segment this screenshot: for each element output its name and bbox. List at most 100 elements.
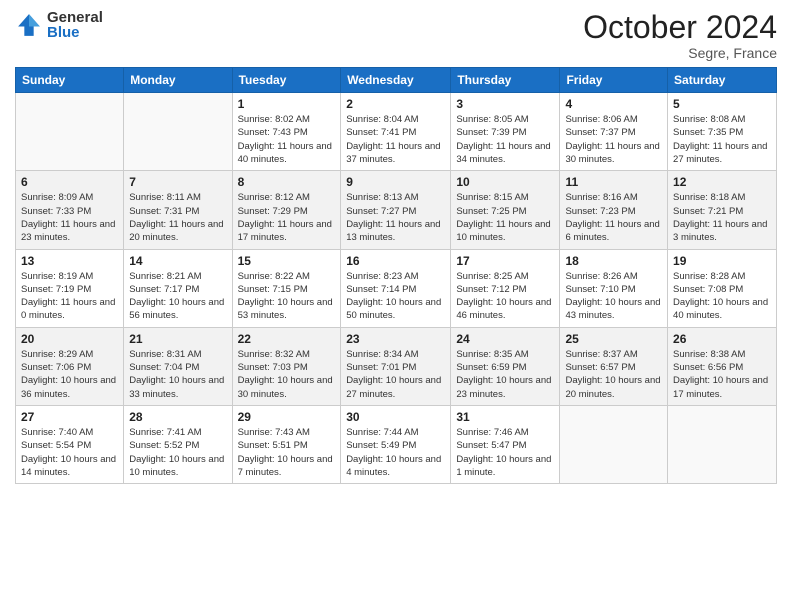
- day-info: Sunrise: 8:11 AM Sunset: 7:31 PM Dayligh…: [129, 191, 226, 244]
- logo-blue: Blue: [47, 25, 103, 40]
- day-info: Sunrise: 8:32 AM Sunset: 7:03 PM Dayligh…: [238, 348, 336, 401]
- calendar-cell: 24 Sunrise: 8:35 AM Sunset: 6:59 PM Dayli…: [451, 327, 560, 405]
- day-info: Sunrise: 8:06 AM Sunset: 7:37 PM Dayligh…: [565, 113, 662, 166]
- calendar-cell: 11 Sunrise: 8:16 AM Sunset: 7:23 PM Dayli…: [560, 171, 668, 249]
- weekday-monday: Monday: [124, 68, 232, 93]
- day-number: 27: [21, 410, 118, 424]
- day-info: Sunrise: 8:38 AM Sunset: 6:56 PM Dayligh…: [673, 348, 771, 401]
- calendar-cell: [16, 93, 124, 171]
- day-number: 8: [238, 175, 336, 189]
- calendar-cell: 30 Sunrise: 7:44 AM Sunset: 5:49 PM Dayli…: [341, 405, 451, 483]
- day-number: 30: [346, 410, 445, 424]
- day-info: Sunrise: 8:05 AM Sunset: 7:39 PM Dayligh…: [456, 113, 554, 166]
- day-number: 19: [673, 254, 771, 268]
- day-number: 25: [565, 332, 662, 346]
- day-number: 20: [21, 332, 118, 346]
- day-number: 14: [129, 254, 226, 268]
- day-number: 23: [346, 332, 445, 346]
- calendar-cell: 9 Sunrise: 8:13 AM Sunset: 7:27 PM Daylig…: [341, 171, 451, 249]
- calendar-cell: 18 Sunrise: 8:26 AM Sunset: 7:10 PM Dayli…: [560, 249, 668, 327]
- header: General Blue October 2024 Segre, France: [15, 10, 777, 61]
- title-block: October 2024 Segre, France: [583, 10, 777, 61]
- day-info: Sunrise: 8:26 AM Sunset: 7:10 PM Dayligh…: [565, 270, 662, 323]
- day-info: Sunrise: 8:21 AM Sunset: 7:17 PM Dayligh…: [129, 270, 226, 323]
- day-number: 18: [565, 254, 662, 268]
- logo-text: General Blue: [47, 10, 103, 40]
- logo-icon: [15, 11, 43, 39]
- day-number: 21: [129, 332, 226, 346]
- day-number: 17: [456, 254, 554, 268]
- week-row-2: 6 Sunrise: 8:09 AM Sunset: 7:33 PM Daylig…: [16, 171, 777, 249]
- day-info: Sunrise: 7:43 AM Sunset: 5:51 PM Dayligh…: [238, 426, 336, 479]
- day-info: Sunrise: 8:04 AM Sunset: 7:41 PM Dayligh…: [346, 113, 445, 166]
- calendar-cell: 23 Sunrise: 8:34 AM Sunset: 7:01 PM Dayli…: [341, 327, 451, 405]
- calendar-cell: 5Sunrise: 8:08 AM Sunset: 7:35 PM Daylig…: [668, 93, 777, 171]
- day-info: Sunrise: 7:40 AM Sunset: 5:54 PM Dayligh…: [21, 426, 118, 479]
- calendar-cell: 20Sunrise: 8:29 AM Sunset: 7:06 PM Dayli…: [16, 327, 124, 405]
- calendar-cell: 22Sunrise: 8:32 AM Sunset: 7:03 PM Dayli…: [232, 327, 341, 405]
- day-info: Sunrise: 8:34 AM Sunset: 7:01 PM Dayligh…: [346, 348, 445, 401]
- logo: General Blue: [15, 10, 103, 40]
- calendar-table: SundayMondayTuesdayWednesdayThursdayFrid…: [15, 67, 777, 484]
- day-number: 24: [456, 332, 554, 346]
- calendar-cell: 4 Sunrise: 8:06 AM Sunset: 7:37 PM Daylig…: [560, 93, 668, 171]
- day-number: 9: [346, 175, 445, 189]
- calendar-cell: 2Sunrise: 8:04 AM Sunset: 7:41 PM Daylig…: [341, 93, 451, 171]
- calendar-cell: 25 Sunrise: 8:37 AM Sunset: 6:57 PM Dayli…: [560, 327, 668, 405]
- weekday-thursday: Thursday: [451, 68, 560, 93]
- day-number: 7: [129, 175, 226, 189]
- week-row-4: 20Sunrise: 8:29 AM Sunset: 7:06 PM Dayli…: [16, 327, 777, 405]
- day-info: Sunrise: 8:35 AM Sunset: 6:59 PM Dayligh…: [456, 348, 554, 401]
- calendar-cell: 1 Sunrise: 8:02 AM Sunset: 7:43 PM Daylig…: [232, 93, 341, 171]
- day-info: Sunrise: 8:02 AM Sunset: 7:43 PM Dayligh…: [238, 113, 336, 166]
- weekday-wednesday: Wednesday: [341, 68, 451, 93]
- day-info: Sunrise: 8:19 AM Sunset: 7:19 PM Dayligh…: [21, 270, 118, 323]
- calendar-cell: 29 Sunrise: 7:43 AM Sunset: 5:51 PM Dayli…: [232, 405, 341, 483]
- logo-general: General: [47, 10, 103, 25]
- day-number: 29: [238, 410, 336, 424]
- calendar-cell: [668, 405, 777, 483]
- day-info: Sunrise: 8:13 AM Sunset: 7:27 PM Dayligh…: [346, 191, 445, 244]
- day-info: Sunrise: 8:08 AM Sunset: 7:35 PM Dayligh…: [673, 113, 771, 166]
- calendar-cell: [124, 93, 232, 171]
- weekday-tuesday: Tuesday: [232, 68, 341, 93]
- calendar-cell: 7 Sunrise: 8:11 AM Sunset: 7:31 PM Daylig…: [124, 171, 232, 249]
- day-number: 11: [565, 175, 662, 189]
- calendar-cell: 16Sunrise: 8:23 AM Sunset: 7:14 PM Dayli…: [341, 249, 451, 327]
- week-row-3: 13 Sunrise: 8:19 AM Sunset: 7:19 PM Dayli…: [16, 249, 777, 327]
- calendar-cell: 6 Sunrise: 8:09 AM Sunset: 7:33 PM Daylig…: [16, 171, 124, 249]
- weekday-friday: Friday: [560, 68, 668, 93]
- calendar-cell: 19Sunrise: 8:28 AM Sunset: 7:08 PM Dayli…: [668, 249, 777, 327]
- day-info: Sunrise: 8:12 AM Sunset: 7:29 PM Dayligh…: [238, 191, 336, 244]
- calendar-cell: 21 Sunrise: 8:31 AM Sunset: 7:04 PM Dayli…: [124, 327, 232, 405]
- day-info: Sunrise: 8:25 AM Sunset: 7:12 PM Dayligh…: [456, 270, 554, 323]
- day-info: Sunrise: 8:23 AM Sunset: 7:14 PM Dayligh…: [346, 270, 445, 323]
- calendar-cell: 26Sunrise: 8:38 AM Sunset: 6:56 PM Dayli…: [668, 327, 777, 405]
- calendar-cell: 14 Sunrise: 8:21 AM Sunset: 7:17 PM Dayli…: [124, 249, 232, 327]
- calendar-page: General Blue October 2024 Segre, France …: [0, 0, 792, 612]
- weekday-header-row: SundayMondayTuesdayWednesdayThursdayFrid…: [16, 68, 777, 93]
- day-info: Sunrise: 8:31 AM Sunset: 7:04 PM Dayligh…: [129, 348, 226, 401]
- day-number: 15: [238, 254, 336, 268]
- day-info: Sunrise: 8:16 AM Sunset: 7:23 PM Dayligh…: [565, 191, 662, 244]
- calendar-cell: [560, 405, 668, 483]
- calendar-cell: 17 Sunrise: 8:25 AM Sunset: 7:12 PM Dayli…: [451, 249, 560, 327]
- day-number: 1: [238, 97, 336, 111]
- day-number: 4: [565, 97, 662, 111]
- day-number: 31: [456, 410, 554, 424]
- day-number: 6: [21, 175, 118, 189]
- week-row-5: 27 Sunrise: 7:40 AM Sunset: 5:54 PM Dayli…: [16, 405, 777, 483]
- calendar-cell: 28Sunrise: 7:41 AM Sunset: 5:52 PM Dayli…: [124, 405, 232, 483]
- calendar-cell: 3Sunrise: 8:05 AM Sunset: 7:39 PM Daylig…: [451, 93, 560, 171]
- day-info: Sunrise: 8:09 AM Sunset: 7:33 PM Dayligh…: [21, 191, 118, 244]
- weekday-saturday: Saturday: [668, 68, 777, 93]
- day-number: 12: [673, 175, 771, 189]
- day-info: Sunrise: 8:22 AM Sunset: 7:15 PM Dayligh…: [238, 270, 336, 323]
- calendar-cell: 13 Sunrise: 8:19 AM Sunset: 7:19 PM Dayli…: [16, 249, 124, 327]
- calendar-cell: 15 Sunrise: 8:22 AM Sunset: 7:15 PM Dayli…: [232, 249, 341, 327]
- location-subtitle: Segre, France: [583, 45, 777, 61]
- day-number: 13: [21, 254, 118, 268]
- day-info: Sunrise: 8:37 AM Sunset: 6:57 PM Dayligh…: [565, 348, 662, 401]
- day-info: Sunrise: 7:44 AM Sunset: 5:49 PM Dayligh…: [346, 426, 445, 479]
- calendar-cell: 10Sunrise: 8:15 AM Sunset: 7:25 PM Dayli…: [451, 171, 560, 249]
